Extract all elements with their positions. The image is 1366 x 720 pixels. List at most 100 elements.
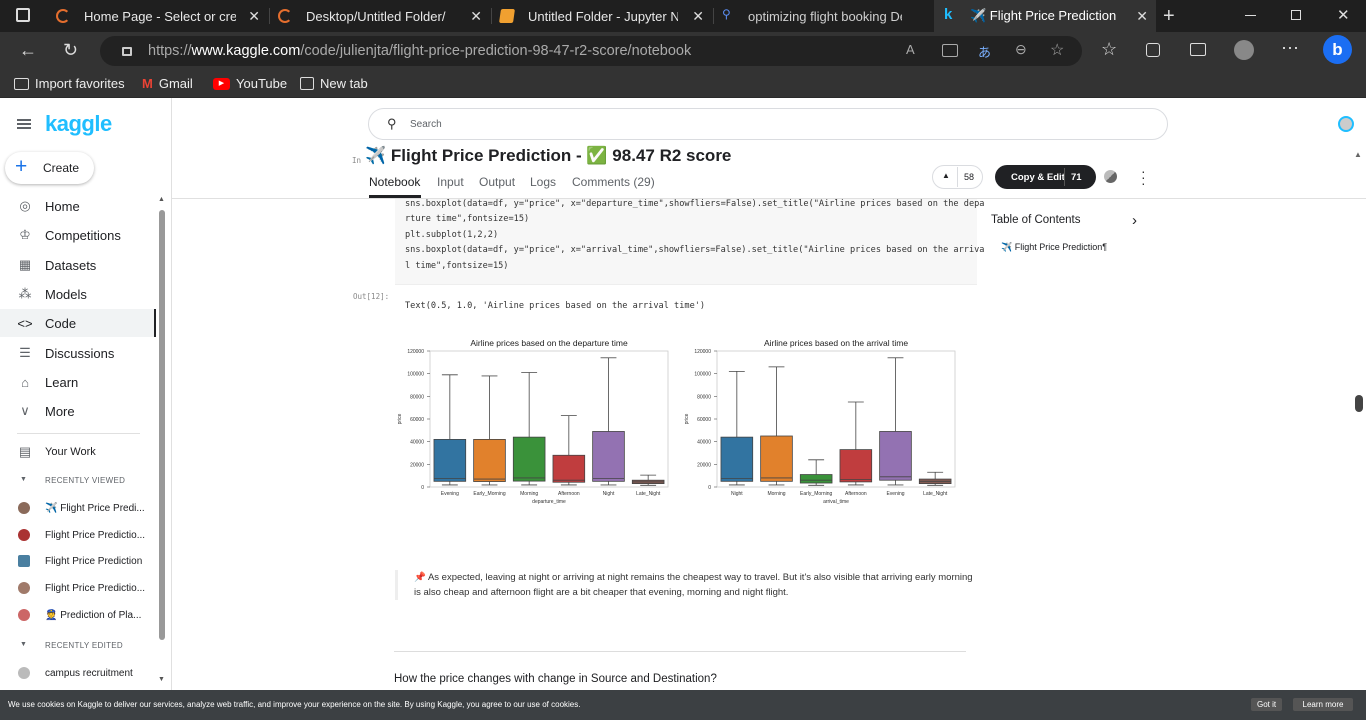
x-tick-label: Night bbox=[731, 491, 743, 497]
browser-tab-bar: Home Page - Select or create ✕ Desktop/U… bbox=[0, 0, 1366, 32]
tab-logs[interactable]: Logs bbox=[530, 175, 556, 189]
box bbox=[473, 439, 506, 482]
close-icon[interactable]: ✕ bbox=[248, 8, 260, 24]
restore-icon[interactable] bbox=[1291, 10, 1301, 20]
tab-input[interactable]: Input bbox=[437, 175, 464, 189]
create-button[interactable]: + Create bbox=[5, 152, 94, 184]
close-icon[interactable]: ✕ bbox=[1136, 8, 1148, 24]
nav-code[interactable]: <> Code bbox=[0, 309, 156, 337]
refresh-icon[interactable]: ↻ bbox=[63, 41, 78, 59]
recent-item[interactable]: ✈️ Flight Price Predi... bbox=[18, 502, 145, 514]
code-icon: <> bbox=[17, 315, 33, 331]
compass-icon: ◎ bbox=[19, 198, 31, 213]
browser-tab-1[interactable]: Home Page - Select or create ✕ bbox=[48, 0, 268, 32]
user-avatar[interactable] bbox=[1338, 116, 1354, 132]
box bbox=[592, 431, 625, 482]
split-screen-icon[interactable] bbox=[1190, 43, 1206, 56]
read-aloud-icon[interactable]: A bbox=[906, 42, 915, 57]
browser-tab-2[interactable]: Desktop/Untitled Folder/ ✕ bbox=[270, 0, 490, 32]
chevron-down-icon[interactable]: ▼ bbox=[20, 476, 27, 483]
favorite-import[interactable]: Import favorites bbox=[14, 76, 125, 91]
nav-datasets[interactable]: ▦ Datasets bbox=[0, 251, 156, 279]
recent-edited-item[interactable]: campus recruitment bbox=[18, 667, 133, 679]
browser-tab-4[interactable]: ⚲ optimizing flight booking Dec bbox=[714, 0, 932, 32]
nav-discussions[interactable]: ☰ Discussions bbox=[0, 339, 156, 367]
x-tick-label: Afternoon bbox=[845, 491, 867, 497]
recent-item[interactable]: Flight Price Predictio... bbox=[18, 582, 145, 594]
x-tick-label: Morning bbox=[767, 491, 785, 497]
more-icon[interactable]: ⋯ bbox=[1281, 39, 1299, 57]
nav-home[interactable]: ◎ Home bbox=[0, 192, 156, 220]
profile-avatar[interactable] bbox=[1234, 40, 1254, 60]
chevron-right-icon[interactable]: › bbox=[1132, 212, 1137, 229]
nav-learn[interactable]: ⌂ Learn bbox=[0, 368, 156, 396]
kaggle-logo[interactable]: kaggle bbox=[45, 111, 112, 137]
close-icon[interactable]: ✕ bbox=[470, 8, 482, 24]
back-icon[interactable]: ← bbox=[19, 41, 37, 59]
tab-title: Untitled Folder - Jupyter Note bbox=[528, 8, 678, 24]
recent-item[interactable]: Flight Price Predictio... bbox=[18, 529, 145, 541]
learn-more-button[interactable]: Learn more bbox=[1293, 698, 1353, 711]
chart-title: Airline prices based on the departure ti… bbox=[470, 338, 628, 348]
bing-icon[interactable]: b bbox=[1323, 35, 1352, 64]
tab-comments[interactable]: Comments (29) bbox=[572, 175, 655, 189]
x-tick-label: Morning bbox=[520, 491, 538, 497]
recent-item[interactable]: Flight Price Prediction bbox=[18, 555, 142, 567]
tab-notebook[interactable]: Notebook bbox=[369, 175, 420, 189]
import-icon bbox=[14, 77, 29, 90]
close-window-icon[interactable]: ✕ bbox=[1337, 6, 1350, 24]
recently-viewed-header: RECENTLY VIEWED bbox=[45, 476, 126, 485]
box bbox=[552, 454, 586, 483]
toc-item[interactable]: ✈️ Flight Price Prediction¶ bbox=[1001, 242, 1107, 253]
minimize-icon[interactable] bbox=[1245, 15, 1256, 16]
favorite-gmail[interactable]: M Gmail bbox=[142, 76, 193, 91]
tab-title: Home Page - Select or create bbox=[84, 8, 236, 24]
new-tab-page-icon bbox=[300, 77, 314, 90]
collections-icon[interactable] bbox=[1146, 43, 1160, 57]
boxplot-arrival-time: Airline prices based on the arrival time… bbox=[684, 338, 956, 505]
page-scrollbar[interactable] bbox=[1355, 395, 1363, 412]
y-axis-label: price bbox=[684, 413, 690, 424]
kernel-status-icon[interactable] bbox=[1104, 170, 1117, 183]
upvote-icon: ▲ bbox=[942, 171, 950, 180]
favorites-icon[interactable]: ☆ bbox=[1101, 40, 1117, 58]
nav-your-work[interactable]: ▤ Your Work bbox=[0, 438, 156, 466]
nav-competitions[interactable]: ♔ Competitions bbox=[0, 221, 156, 249]
url-text: https://www.kaggle.com/code/julienjta/fl… bbox=[148, 43, 692, 59]
new-tab-icon[interactable]: + bbox=[1163, 5, 1175, 28]
copy-edit-button[interactable]: Copy & Edit 71 bbox=[995, 165, 1096, 189]
url-field[interactable]: https://www.kaggle.com/code/julienjta/fl… bbox=[100, 36, 1082, 66]
code-line: sns.boxplot(data=df, y="price", x="depar… bbox=[405, 199, 985, 209]
box bbox=[799, 474, 833, 484]
scroll-up-icon[interactable]: ▲ bbox=[1354, 150, 1362, 159]
reader-icon[interactable] bbox=[942, 44, 958, 57]
close-icon[interactable]: ✕ bbox=[692, 8, 704, 24]
hamburger-menu-icon[interactable] bbox=[17, 119, 31, 129]
translate-icon[interactable]: あ bbox=[978, 42, 991, 61]
more-vert-icon[interactable]: · · · bbox=[1141, 164, 1146, 190]
table-icon: ▦ bbox=[18, 257, 32, 272]
sidebar-scrollbar[interactable] bbox=[159, 210, 165, 640]
plus-icon: + bbox=[15, 155, 28, 178]
tab-output[interactable]: Output bbox=[479, 175, 515, 189]
browser-tab-5-active[interactable]: k ✈️ Flight Price Prediction - ✅ ✕ bbox=[934, 0, 1156, 32]
search-input[interactable]: ⚲ Search bbox=[368, 108, 1168, 140]
browser-tab-3[interactable]: Untitled Folder - Jupyter Note ✕ bbox=[492, 0, 712, 32]
upvote-button[interactable]: ▲ 58 bbox=[932, 165, 983, 189]
nav-more[interactable]: ∨ More bbox=[0, 397, 156, 425]
recently-edited-header: RECENTLY EDITED bbox=[45, 641, 123, 650]
favorite-youtube[interactable]: ▶ YouTube bbox=[213, 76, 287, 91]
kaggle-sidebar: kaggle + Create ◎ Home ♔ Competitions ▦ Dat… bbox=[0, 98, 172, 690]
code-line: sns.boxplot(data=df, y="price", x="arriv… bbox=[405, 245, 985, 255]
chevron-down-icon[interactable]: ▼ bbox=[20, 641, 27, 648]
got-it-button[interactable]: Got it bbox=[1251, 698, 1283, 711]
nav-models[interactable]: ⁂ Models bbox=[0, 280, 156, 308]
zoom-out-icon[interactable]: ⊖ bbox=[1015, 41, 1027, 58]
favorite-add-icon[interactable]: ☆ bbox=[1050, 40, 1064, 60]
tab-actions-icon[interactable] bbox=[16, 8, 30, 22]
scroll-down-icon[interactable]: ▼ bbox=[158, 676, 165, 683]
scroll-up-icon[interactable]: ▲ bbox=[158, 196, 165, 203]
code-cell[interactable]: sns.boxplot(data=df, y="price", x="depar… bbox=[395, 199, 984, 285]
recent-item[interactable]: 👮 Prediction of Pla... bbox=[18, 609, 141, 621]
favorite-new-tab[interactable]: New tab bbox=[300, 76, 368, 91]
